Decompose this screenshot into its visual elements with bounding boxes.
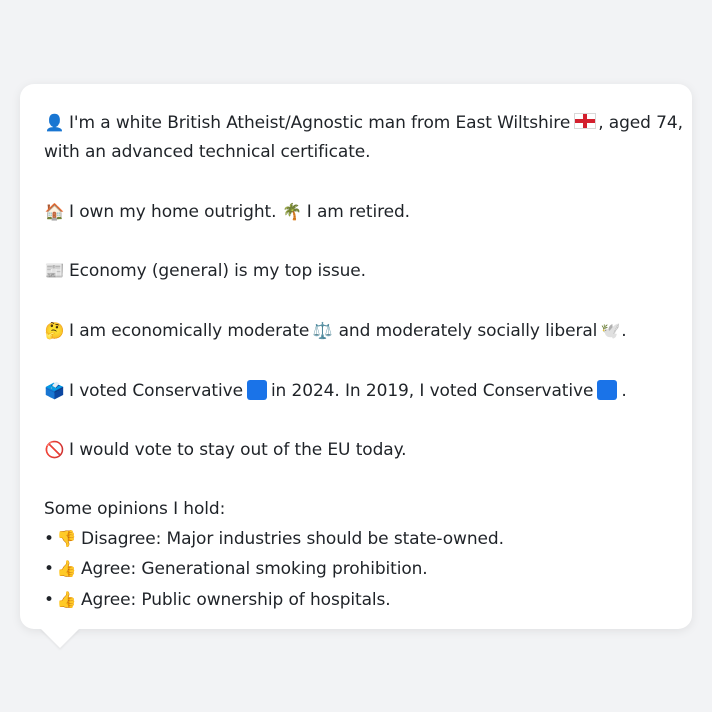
house-icon: 🏠 — [44, 201, 65, 221]
conservative-blue-square-icon — [246, 379, 267, 400]
bullet: • — [44, 559, 54, 580]
newspaper-icon: 📰 — [44, 261, 65, 281]
thumbs-up-icon: 👍 — [56, 589, 77, 609]
home-text: I own my home outright. — [69, 201, 277, 222]
eu-line: 🚫 I would vote to stay out of the EU toda… — [44, 435, 668, 465]
person-icon: 👤 — [44, 113, 65, 132]
top-issue-line: 📰 Economy (general) is my top issue. — [44, 256, 668, 286]
palm-tree-icon: 🌴 — [282, 201, 303, 221]
retired-text: I am retired. — [306, 201, 410, 222]
no-entry-icon: 🚫 — [44, 440, 65, 460]
opinion-text: Disagree: Major industries should be sta… — [81, 529, 504, 550]
list-item: • 👍 Agree: Generational smoking prohibitio… — [44, 554, 668, 584]
vote-end: . — [621, 380, 627, 401]
intro-text: I'm a white British Atheist/Agnostic man… — [69, 113, 571, 133]
ballot-box-icon: 🗳️ — [44, 380, 65, 400]
england-flag-icon — [574, 113, 597, 129]
intro-line: 👤 I'm a white British Atheist/Agnostic ma… — [44, 108, 683, 138]
opinions-title: Some opinions I hold: — [44, 498, 226, 519]
vote-2019-text: in 2024. In 2019, I voted Conservative — [270, 380, 594, 401]
conservative-blue-square-icon — [597, 379, 618, 400]
intro-age: , aged 74, — [598, 113, 683, 133]
persona-message-bubble: 👤 I'm a white British Atheist/Agnostic ma… — [20, 84, 692, 629]
thumbs-up-icon: 👍 — [56, 559, 77, 579]
dove-icon: 🕊️ — [600, 321, 621, 341]
bubble-tail — [40, 628, 80, 648]
opinion-text: Agree: Public ownership of hospitals. — [81, 589, 391, 610]
politics-line: 🤔 I am economically moderate ⚖️ and modera… — [44, 316, 668, 346]
home-line: 🏠 I own my home outright. 🌴 I am retired. — [44, 197, 668, 227]
politics-end: . — [621, 321, 627, 342]
vote-2024-text: I voted Conservative — [69, 380, 243, 401]
eu-text: I would vote to stay out of the EU today… — [69, 440, 407, 461]
list-item: • 👎 Disagree: Major industries should be s… — [44, 524, 668, 554]
scales-icon: ⚖️ — [312, 321, 333, 341]
list-item: • 👍 Agree: Public ownership of hospitals. — [44, 585, 668, 615]
thinking-face-icon: 🤔 — [44, 321, 65, 341]
thumbs-down-icon: 👎 — [56, 529, 77, 549]
opinion-text: Agree: Generational smoking prohibition. — [81, 559, 428, 580]
politics-economic-text: I am economically moderate — [69, 321, 310, 342]
bullet: • — [44, 589, 54, 610]
vote-line: 🗳️ I voted Conservative in 2024. In 2019, … — [44, 376, 668, 406]
politics-social-text: and moderately socially liberal — [338, 321, 598, 342]
top-issue-text: Economy (general) is my top issue. — [69, 261, 366, 282]
bullet: • — [44, 529, 54, 550]
intro-line-2: with an advanced technical certificate. — [44, 142, 371, 163]
